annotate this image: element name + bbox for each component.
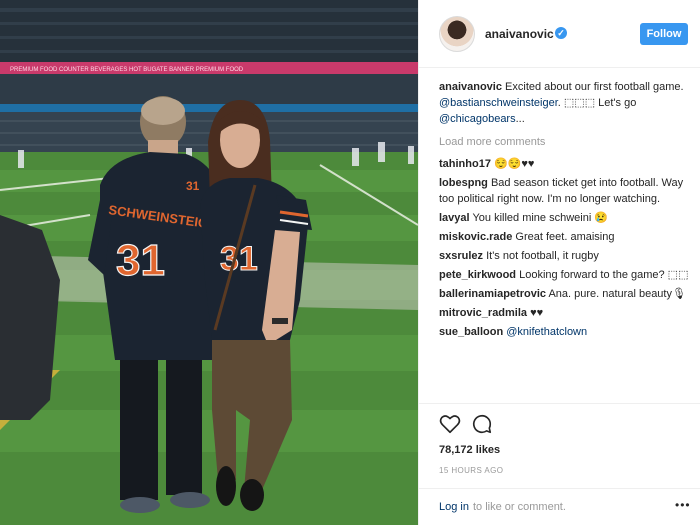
comment-username[interactable]: sue_balloon <box>439 326 503 338</box>
caption: anaivanovic Excited about our first foot… <box>439 79 694 127</box>
post-photo[interactable]: PREMIUM FOOD COUNTER BEVERAGES HOT BUGAT… <box>0 0 418 525</box>
comment-username[interactable]: sxsrulez <box>439 250 483 262</box>
comment-username[interactable]: mitrovic_radmila <box>439 307 527 319</box>
comments-list: anaivanovic Excited about our first foot… <box>439 79 694 404</box>
comment-text: It's not football, it rugby <box>483 250 599 262</box>
comment-icon[interactable] <box>471 413 493 435</box>
man-sleeve-number: 31 <box>186 179 200 193</box>
list-item: lobespng Bad season ticket get into foot… <box>439 175 694 207</box>
comment-username[interactable]: pete_kirkwood <box>439 269 516 281</box>
stadium-scene: PREMIUM FOOD COUNTER BEVERAGES HOT BUGAT… <box>0 0 418 525</box>
comment-text: Looking forward to the game? ⬚⬚ <box>516 269 689 281</box>
banner-text: PREMIUM FOOD COUNTER BEVERAGES HOT BUGAT… <box>10 67 244 73</box>
login-link[interactable]: Log in <box>439 501 469 513</box>
post-timestamp: 15 HOURS AGO <box>439 466 504 475</box>
post-panel: anaivanovic ✓ Follow anaivanovic Excited… <box>419 0 700 525</box>
ribbon-board <box>0 104 418 112</box>
comment-text: You killed mine schweini 😢 <box>469 212 609 224</box>
list-item: ballerinamiapetrovic Ana. pure. natural … <box>439 286 694 302</box>
wristwatch <box>272 318 288 324</box>
comment-text: Great feet. amaising <box>512 231 615 243</box>
post-actions: 78,172 likes 15 HOURS AGO <box>419 403 700 498</box>
comment-username[interactable]: lobespng <box>439 177 488 189</box>
caption-text: Excited about our first football game. <box>501 81 684 93</box>
comment-username[interactable]: miskovic.rade <box>439 231 512 243</box>
comment-text: 😌😌♥♥ <box>490 158 535 170</box>
avatar[interactable] <box>439 16 475 52</box>
comment-username[interactable]: tahinho17 <box>439 158 491 170</box>
comment-text: Ana. pure. natural beauty🎙 <box>546 288 686 300</box>
caption-text-2: . ⬚⬚⬚ Let's go <box>557 97 637 109</box>
comment-mention[interactable]: @knifethatclown <box>506 326 587 338</box>
more-options-icon[interactable]: ••• <box>675 498 691 512</box>
list-item: sxsrulez It's not football, it rugby <box>439 248 694 264</box>
list-item: pete_kirkwood Looking forward to the gam… <box>439 267 694 283</box>
list-item: mitrovic_radmila ♥♥ <box>439 305 694 321</box>
comment-username[interactable]: lavyal <box>439 212 470 224</box>
post-header: anaivanovic ✓ Follow <box>419 0 700 68</box>
post-username[interactable]: anaivanovic <box>485 27 554 41</box>
caption-username[interactable]: anaivanovic <box>439 81 502 93</box>
list-item: lavyal You killed mine schweini 😢 <box>439 210 694 226</box>
man-jersey-number: 31 <box>116 236 165 285</box>
likes-count[interactable]: 78,172 likes <box>439 444 500 456</box>
caption-mention-bastian[interactable]: @bastianschweinsteiger <box>439 97 558 109</box>
follow-button[interactable]: Follow <box>640 23 688 45</box>
caption-text-3: ... <box>515 113 525 125</box>
list-item: tahinho17 😌😌♥♥ <box>439 156 694 172</box>
list-item: miskovic.rade Great feet. amaising <box>439 229 694 245</box>
heart-icon[interactable] <box>439 413 461 435</box>
comment-username[interactable]: ballerinamiapetrovic <box>439 288 546 300</box>
comment-text: ♥♥ <box>527 307 544 319</box>
list-item: sue_balloon @knifethatclown <box>439 324 694 340</box>
load-more-comments-link[interactable]: Load more comments <box>439 134 694 150</box>
caption-mention-chicagobears[interactable]: @chicagobears <box>439 113 516 125</box>
login-prompt-text: to like or comment. <box>473 501 566 513</box>
post-footer: Log in to like or comment. ••• <box>419 488 700 525</box>
verified-icon: ✓ <box>555 27 567 39</box>
